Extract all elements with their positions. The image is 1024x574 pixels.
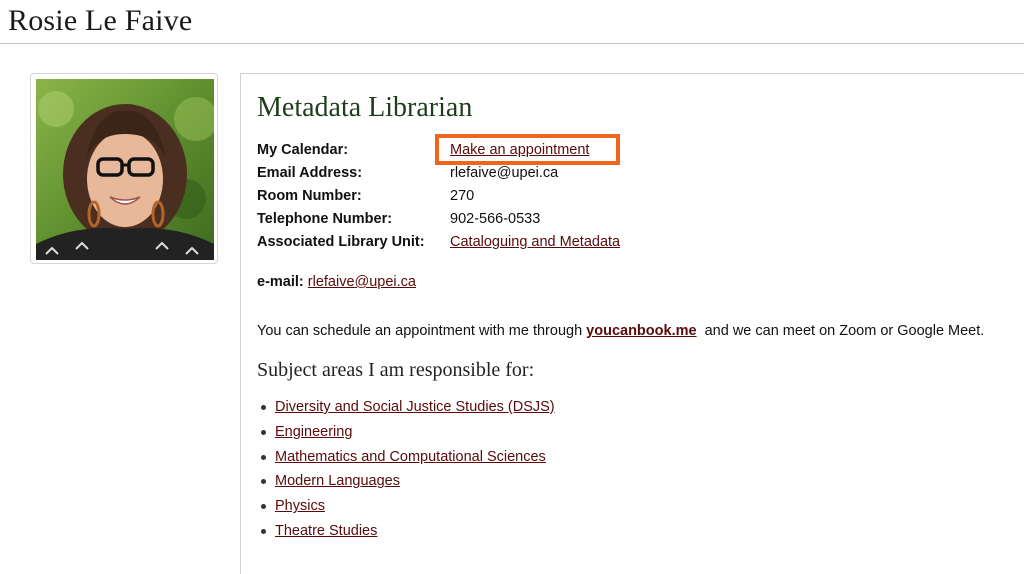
page-title: Rosie Le Faive <box>8 4 193 37</box>
email-line-label: e-mail: <box>257 274 304 290</box>
bullet-icon <box>261 454 266 460</box>
subject-areas-heading: Subject areas I am responsible for: <box>257 359 535 381</box>
email-address-label: Email Address: <box>257 165 363 181</box>
list-item: Engineering <box>257 421 555 446</box>
position-title: Metadata Librarian <box>257 92 473 123</box>
subject-link-dsjs[interactable]: Diversity and Social Justice Studies (DS… <box>275 399 555 415</box>
bullet-icon <box>261 429 266 435</box>
profile-photo <box>36 79 214 260</box>
subject-link-physics[interactable]: Physics <box>275 498 325 514</box>
telephone-value: 902-566-0533 <box>450 211 541 227</box>
subject-link-mathematics[interactable]: Mathematics and Computational Sciences <box>275 449 546 465</box>
library-unit-link[interactable]: Cataloguing and Metadata <box>450 232 620 252</box>
room-number-label: Room Number: <box>257 188 362 204</box>
library-unit-label: Associated Library Unit: <box>257 234 425 250</box>
list-item: Mathematics and Computational Sciences <box>257 446 555 471</box>
list-item: Physics <box>257 495 555 520</box>
bullet-icon <box>261 528 266 534</box>
bullet-icon <box>261 504 266 510</box>
list-item: Theatre Studies <box>257 520 555 545</box>
bullet-icon <box>261 405 266 410</box>
telephone-label: Telephone Number: <box>257 211 393 227</box>
email-link[interactable]: rlefaive@upei.ca <box>308 274 416 290</box>
subject-link-modern-languages[interactable]: Modern Languages <box>275 473 400 489</box>
subject-list: Diversity and Social Justice Studies (DS… <box>257 396 555 545</box>
title-divider <box>0 43 1024 44</box>
room-number-value: 270 <box>450 188 475 204</box>
calendar-label: My Calendar: <box>257 142 349 158</box>
subject-link-engineering[interactable]: Engineering <box>275 424 352 440</box>
schedule-prefix: You can schedule an appointment with me … <box>257 323 587 339</box>
youcanbook-link[interactable]: youcanbook.me <box>586 323 696 339</box>
schedule-suffix: and we can meet on Zoom or Google Meet. <box>696 323 985 339</box>
appointment-highlight-box <box>435 134 620 165</box>
bullet-icon <box>261 479 266 485</box>
email-line: e-mail: rlefaive@upei.ca <box>257 272 416 292</box>
list-item: Diversity and Social Justice Studies (DS… <box>257 396 555 421</box>
profile-photo-frame <box>30 73 218 264</box>
list-item: Modern Languages <box>257 470 555 495</box>
email-address-value: rlefaive@upei.ca <box>450 165 559 181</box>
subject-link-theatre[interactable]: Theatre Studies <box>275 523 377 539</box>
schedule-text: You can schedule an appointment with me … <box>257 321 984 341</box>
